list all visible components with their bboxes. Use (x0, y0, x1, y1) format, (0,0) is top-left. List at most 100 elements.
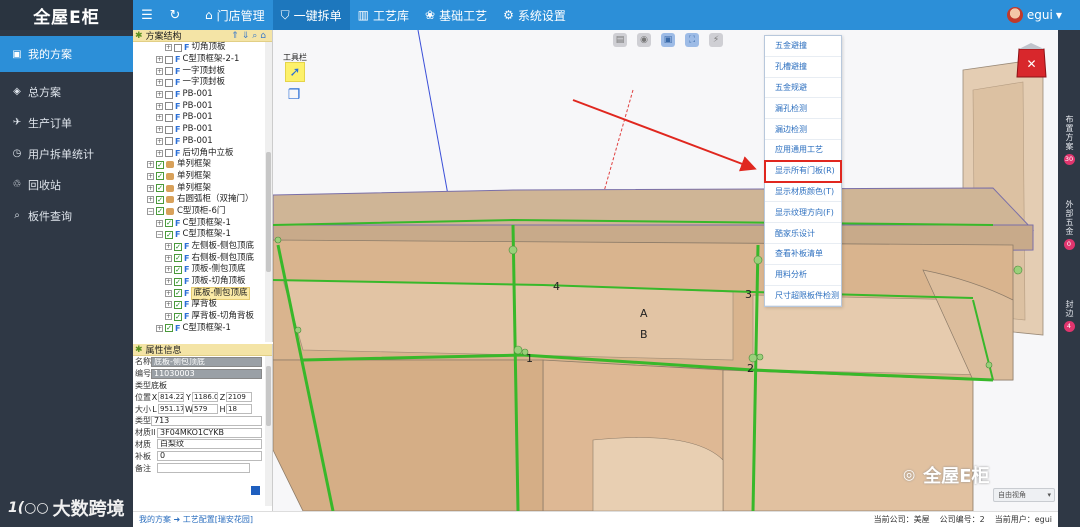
select-pointer-icon[interactable]: ➚ (285, 62, 305, 82)
tree-checkbox[interactable]: ✓ (174, 312, 182, 321)
top-menu-item-3[interactable]: ❀ 基础工艺 (417, 0, 495, 30)
tree-checkbox[interactable]: ✓ (174, 242, 182, 251)
tree-checkbox[interactable]: ✓ (174, 300, 182, 309)
breadcrumb-process-config[interactable]: 工艺配置[瑞安花园] (183, 515, 253, 524)
tree-row[interactable]: + ✓ 右圆弧柜（双掩门） (133, 194, 272, 206)
pos-z-input[interactable]: 2109 (226, 392, 252, 403)
context-menu-item-8[interactable]: 显示纹理方向(F) (765, 202, 841, 224)
sidebar-item-1[interactable]: ◈ 总方案 (0, 76, 133, 107)
tree-row[interactable]: − ✓ C型顶柜-6门 (133, 206, 272, 218)
save-icon[interactable] (251, 486, 260, 495)
tree-checkbox[interactable]: ✓ (156, 184, 164, 193)
expand-toggle-icon[interactable]: + (165, 289, 172, 297)
expand-toggle-icon[interactable]: + (156, 79, 163, 87)
expand-toggle-icon[interactable]: + (165, 278, 172, 286)
top-menu-item-0[interactable]: ⌂ 门店管理 (197, 0, 273, 30)
context-menu-item-12[interactable]: 尺寸超限板件检测 (765, 286, 841, 307)
context-menu-item-10[interactable]: 查看补板清单 (765, 244, 841, 265)
expand-toggle-icon[interactable]: + (156, 324, 163, 332)
context-menu-item-6[interactable]: 显示所有门板(R) (764, 159, 842, 183)
size-l-input[interactable]: 951.17 (158, 404, 184, 415)
tree-checkbox[interactable]: ✓ (165, 324, 173, 333)
tree-row[interactable]: + F 一字顶封板 (133, 65, 272, 77)
expand-toggle-icon[interactable]: + (156, 114, 163, 122)
attr-kind-field[interactable]: 713 (151, 415, 262, 426)
sidebar-item-2[interactable]: ✈ 生产订单 (0, 107, 133, 138)
tree-row[interactable]: + F PB-001 (133, 112, 272, 124)
tree-row[interactable]: + ✓ F C型顶框架-1 (133, 323, 272, 335)
tree-checkbox[interactable]: ✓ (174, 254, 182, 263)
menu-toggle-icon[interactable]: ☰ (133, 0, 161, 30)
3d-viewport[interactable]: 工具栏 ➚ ❐ ▤ ◉ ▣ ⛶ ⚡ 4 A B 1 2 3 五金避撞 孔槽避撞 五金… (273, 30, 1058, 511)
expand-toggle-icon[interactable]: + (147, 196, 154, 204)
tree-checkbox[interactable]: ✓ (156, 195, 164, 204)
context-menu-item-0[interactable]: 五金避撞 (765, 36, 841, 57)
context-menu-item-11[interactable]: 用料分析 (765, 265, 841, 286)
refresh-icon[interactable]: ↻ (161, 0, 189, 30)
tree-row[interactable]: + ✓ 单列框架 (133, 159, 272, 171)
context-menu-item-7[interactable]: 显示材质颜色(T) (765, 182, 841, 203)
expand-toggle-icon[interactable]: + (156, 126, 163, 134)
context-menu-item-5[interactable]: 应用通用工艺 (765, 140, 841, 161)
tree-checkbox[interactable] (165, 90, 173, 99)
tree-checkbox[interactable]: ✓ (174, 277, 182, 286)
attr-texture-field[interactable]: 白梨纹 (157, 439, 262, 450)
expand-all-icon[interactable]: ⇑ (231, 31, 242, 41)
attr-material-field[interactable]: 3F04MKO1CYKB (157, 427, 262, 438)
tree-row[interactable]: + F PB-001 (133, 124, 272, 136)
pos-y-input[interactable]: 1186.0 (192, 392, 218, 403)
view-tool-3-icon[interactable]: ▣ (661, 33, 675, 47)
expand-toggle-icon[interactable]: + (165, 243, 172, 251)
expand-toggle-icon[interactable]: + (147, 184, 154, 192)
tree-row[interactable]: + ✓ F 顶板-侧包顶底 (133, 264, 272, 276)
expand-toggle-icon[interactable]: − (156, 231, 163, 239)
breadcrumb-my-schemes[interactable]: 我的方案 (139, 515, 171, 524)
tree-row[interactable]: + ✓ F 底板-侧包顶底 (133, 286, 272, 300)
expand-toggle-icon[interactable]: + (156, 91, 163, 99)
sidebar-item-4[interactable]: ♲ 回收站 (0, 169, 133, 200)
sidebar-item-3[interactable]: ◷ 用户拆单统计 (0, 138, 133, 169)
tree-row[interactable]: + F PB-001 (133, 100, 272, 112)
tree-checkbox[interactable] (165, 113, 173, 122)
tree-checkbox[interactable]: ✓ (174, 265, 182, 274)
tree-row[interactable]: + ✓ F 右侧板-侧包顶底 (133, 252, 272, 264)
tree-row[interactable]: + F C型顶框架-2-1 (133, 54, 272, 66)
tree-row[interactable]: + ✓ F 厚背板-切角背板 (133, 311, 272, 323)
expand-toggle-icon[interactable]: + (156, 102, 163, 110)
collapse-all-icon[interactable]: ⇓ (242, 31, 253, 41)
tree-checkbox[interactable]: ✓ (156, 160, 164, 169)
tree-checkbox[interactable]: ✓ (156, 207, 164, 216)
pos-x-input[interactable]: 814.22 (158, 392, 184, 403)
context-menu-item-9[interactable]: 酷家乐设计 (765, 223, 841, 244)
tree-row[interactable]: + F PB-001 (133, 136, 272, 148)
view-tool-1-icon[interactable]: ▤ (613, 33, 627, 47)
tree-row[interactable]: + F PB-001 (133, 89, 272, 101)
tree-row[interactable]: + ✓ F 左侧板-侧包顶底 (133, 241, 272, 253)
tree-checkbox[interactable] (165, 55, 173, 64)
size-h-input[interactable]: 18 (226, 404, 252, 415)
expand-toggle-icon[interactable]: − (147, 207, 154, 215)
tree-checkbox[interactable] (165, 67, 173, 76)
tree-row[interactable]: + F 一字顶封板 (133, 77, 272, 89)
expand-toggle-icon[interactable]: + (156, 137, 163, 145)
user-menu[interactable]: egui ▼ (1006, 0, 1062, 30)
nav-cube-icon[interactable]: ✕ (1015, 43, 1048, 81)
tree-row[interactable]: + ✓ 单列框架 (133, 171, 272, 183)
size-w-input[interactable]: 579 (192, 404, 218, 415)
tree-checkbox[interactable] (165, 125, 173, 134)
tree-row[interactable]: + ✓ F C型顶框架-1 (133, 217, 272, 229)
context-menu-item-3[interactable]: 漏孔检测 (765, 98, 841, 120)
dock-item-1[interactable]: 外部五金 0 (1058, 200, 1080, 250)
context-menu-item-2[interactable]: 五金规避 (765, 78, 841, 99)
tree-checkbox[interactable] (165, 102, 173, 111)
tree-checkbox[interactable] (165, 137, 173, 146)
tree-checkbox[interactable]: ✓ (174, 289, 182, 298)
view-tool-2-icon[interactable]: ◉ (637, 33, 651, 47)
cabinet-3d-scene[interactable] (273, 30, 1058, 511)
tree-row[interactable]: + ✓ F 顶板-切角顶板 (133, 276, 272, 288)
box-select-icon[interactable]: ❐ (285, 86, 303, 104)
tree-scrollbar[interactable] (265, 42, 272, 342)
expand-toggle-icon[interactable]: + (156, 67, 163, 75)
tree-row[interactable]: + F 切角顶板 (133, 42, 272, 54)
view-tool-5-icon[interactable]: ⚡ (709, 33, 723, 47)
